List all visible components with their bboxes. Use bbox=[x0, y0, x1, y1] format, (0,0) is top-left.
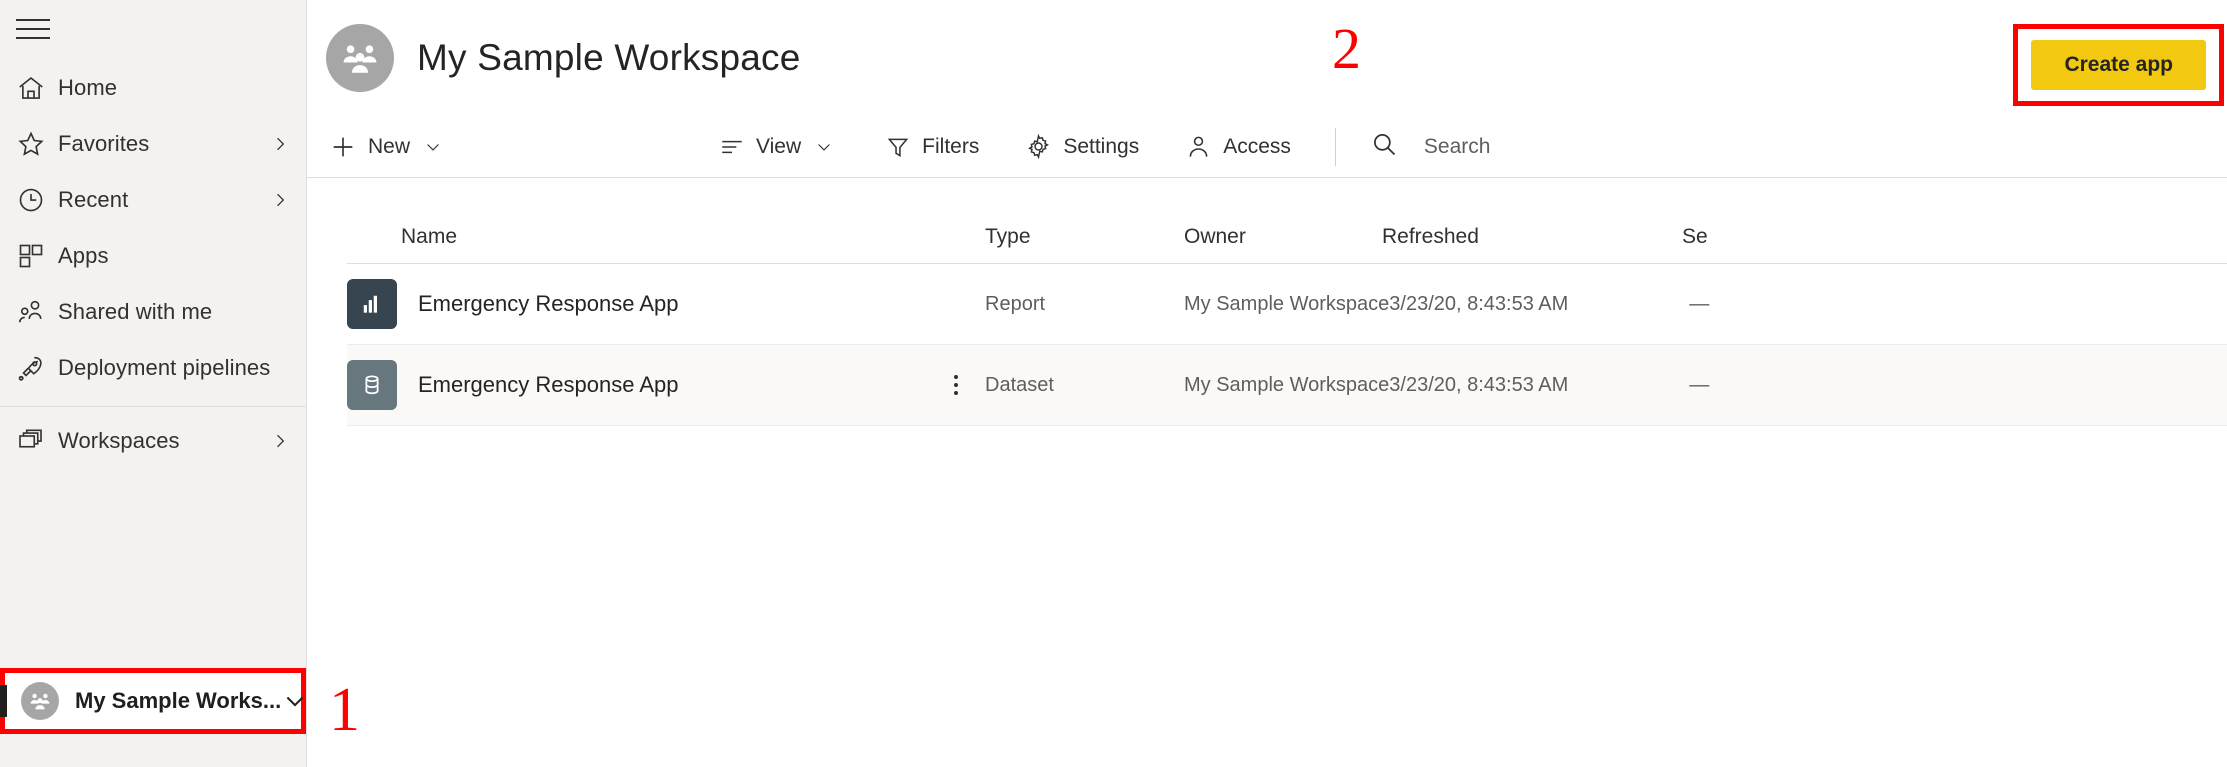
column-header-sensitivity[interactable]: Se bbox=[1682, 225, 1802, 249]
row-more-options[interactable] bbox=[927, 375, 985, 395]
row-owner: My Sample Workspace bbox=[1184, 292, 1390, 315]
view-list-icon bbox=[719, 134, 745, 160]
row-sensitivity: — bbox=[1689, 292, 1710, 315]
filter-funnel-icon bbox=[885, 134, 911, 160]
column-header-refreshed[interactable]: Refreshed bbox=[1382, 225, 1682, 249]
view-button[interactable]: View bbox=[715, 128, 838, 166]
new-button-label: New bbox=[368, 134, 411, 158]
chevron-right-icon[interactable] bbox=[270, 190, 290, 210]
table-header-row: Name Type Owner Refreshed Se bbox=[347, 178, 2227, 264]
plus-icon bbox=[329, 133, 357, 161]
chevron-down-icon bbox=[814, 137, 834, 157]
report-bar-chart-icon bbox=[347, 279, 397, 329]
settings-button[interactable]: Settings bbox=[1021, 127, 1143, 166]
row-name-cell: Emergency Response App bbox=[347, 360, 927, 410]
row-sensitivity: — bbox=[1689, 373, 1710, 396]
person-icon bbox=[1185, 133, 1212, 160]
new-button[interactable]: New bbox=[325, 127, 447, 167]
workspace-header: My Sample Workspace bbox=[307, 0, 2227, 116]
sidebar-item-favorites[interactable]: Favorites bbox=[0, 116, 306, 172]
workspace-avatar bbox=[326, 24, 394, 92]
sidebar-item-workspaces[interactable]: Workspaces bbox=[0, 413, 306, 469]
workspace-group-avatar-icon bbox=[21, 682, 59, 720]
chevron-down-icon[interactable] bbox=[281, 687, 309, 715]
dataset-database-icon bbox=[347, 360, 397, 410]
sidebar-item-label: Deployment pipelines bbox=[58, 355, 271, 380]
item-name-link[interactable]: Emergency Response App bbox=[418, 372, 679, 398]
column-header-type[interactable]: Type bbox=[985, 225, 1184, 249]
main-content-area: My Sample Workspace 2 Create app New Vie… bbox=[307, 0, 2227, 767]
chevron-right-icon[interactable] bbox=[270, 431, 290, 451]
left-navigation-sidebar: Home Favorites Recent Apps Shared with m… bbox=[0, 0, 307, 767]
sidebar-item-recent[interactable]: Recent bbox=[0, 172, 306, 228]
chevron-down-icon bbox=[423, 137, 443, 157]
gear-icon bbox=[1025, 133, 1052, 160]
access-button[interactable]: Access bbox=[1181, 127, 1295, 166]
column-header-name[interactable]: Name bbox=[347, 225, 985, 249]
sidebar-item-label: Recent bbox=[58, 187, 129, 212]
sidebar-item-label: Apps bbox=[58, 243, 109, 268]
table-row[interactable]: Emergency Response App Dataset My Sample… bbox=[347, 345, 2227, 426]
chevron-right-icon[interactable] bbox=[270, 134, 290, 154]
sidebar-item-apps[interactable]: Apps bbox=[0, 228, 306, 284]
sidebar-nav-list: Home Favorites Recent Apps Shared with m… bbox=[0, 58, 306, 469]
more-options-icon[interactable] bbox=[954, 375, 958, 395]
hamburger-menu-button[interactable] bbox=[0, 0, 306, 58]
sidebar-divider bbox=[0, 406, 306, 407]
sidebar-item-my-sample-workspace[interactable]: My Sample Works... bbox=[0, 668, 306, 734]
selected-workspace-container: My Sample Works... bbox=[0, 668, 306, 734]
home-icon bbox=[16, 73, 58, 103]
item-name-link[interactable]: Emergency Response App bbox=[418, 291, 679, 317]
power-bi-workspace-page: Home Favorites Recent Apps Shared with m… bbox=[0, 0, 2227, 767]
filters-button[interactable]: Filters bbox=[881, 128, 983, 166]
row-refreshed: 3/23/20, 8:43:53 AM bbox=[1389, 292, 1569, 315]
table-row[interactable]: Emergency Response App Report My Sample … bbox=[347, 264, 2227, 345]
filters-button-label: Filters bbox=[922, 134, 980, 158]
sidebar-item-shared-with-me[interactable]: Shared with me bbox=[0, 284, 306, 340]
workspaces-stack-icon bbox=[16, 426, 58, 456]
access-button-label: Access bbox=[1223, 134, 1291, 158]
column-header-owner[interactable]: Owner bbox=[1184, 225, 1382, 249]
create-app-button[interactable]: Create app bbox=[2031, 40, 2206, 90]
annotation-number-1: 1 bbox=[329, 676, 360, 744]
hamburger-icon bbox=[16, 12, 50, 46]
star-icon bbox=[16, 129, 58, 159]
content-list-table: Name Type Owner Refreshed Se Emergency R… bbox=[307, 178, 2227, 426]
clock-icon bbox=[16, 185, 58, 215]
sidebar-item-label: Shared with me bbox=[58, 299, 213, 324]
sidebar-item-home[interactable]: Home bbox=[0, 60, 306, 116]
rocket-icon bbox=[16, 353, 58, 383]
create-app-highlight-box: Create app bbox=[2013, 24, 2224, 106]
search-input[interactable]: Search bbox=[1370, 130, 1491, 163]
settings-button-label: Settings bbox=[1063, 134, 1140, 158]
apps-grid-icon bbox=[16, 241, 58, 271]
sidebar-item-label: Home bbox=[58, 75, 118, 100]
row-type: Report bbox=[985, 292, 1046, 315]
search-placeholder: Search bbox=[1423, 134, 1491, 158]
row-owner: My Sample Workspace bbox=[1184, 373, 1390, 396]
annotation-number-2: 2 bbox=[1332, 16, 1361, 81]
view-button-label: View bbox=[756, 134, 802, 158]
sidebar-item-label: Workspaces bbox=[58, 428, 180, 453]
row-refreshed: 3/23/20, 8:43:53 AM bbox=[1389, 373, 1569, 396]
row-name-cell: Emergency Response App bbox=[347, 279, 927, 329]
command-toolbar: New View Filters Settings Access Search bbox=[307, 116, 2227, 178]
row-type: Dataset bbox=[985, 373, 1054, 396]
toolbar-separator bbox=[1334, 127, 1336, 166]
search-icon bbox=[1370, 130, 1398, 163]
sidebar-item-deployment-pipelines[interactable]: Deployment pipelines bbox=[0, 340, 306, 396]
people-icon bbox=[16, 297, 58, 327]
sidebar-item-label: Favorites bbox=[58, 131, 150, 156]
page-title: My Sample Workspace bbox=[417, 37, 801, 78]
selected-workspace-label: My Sample Works... bbox=[75, 688, 282, 713]
